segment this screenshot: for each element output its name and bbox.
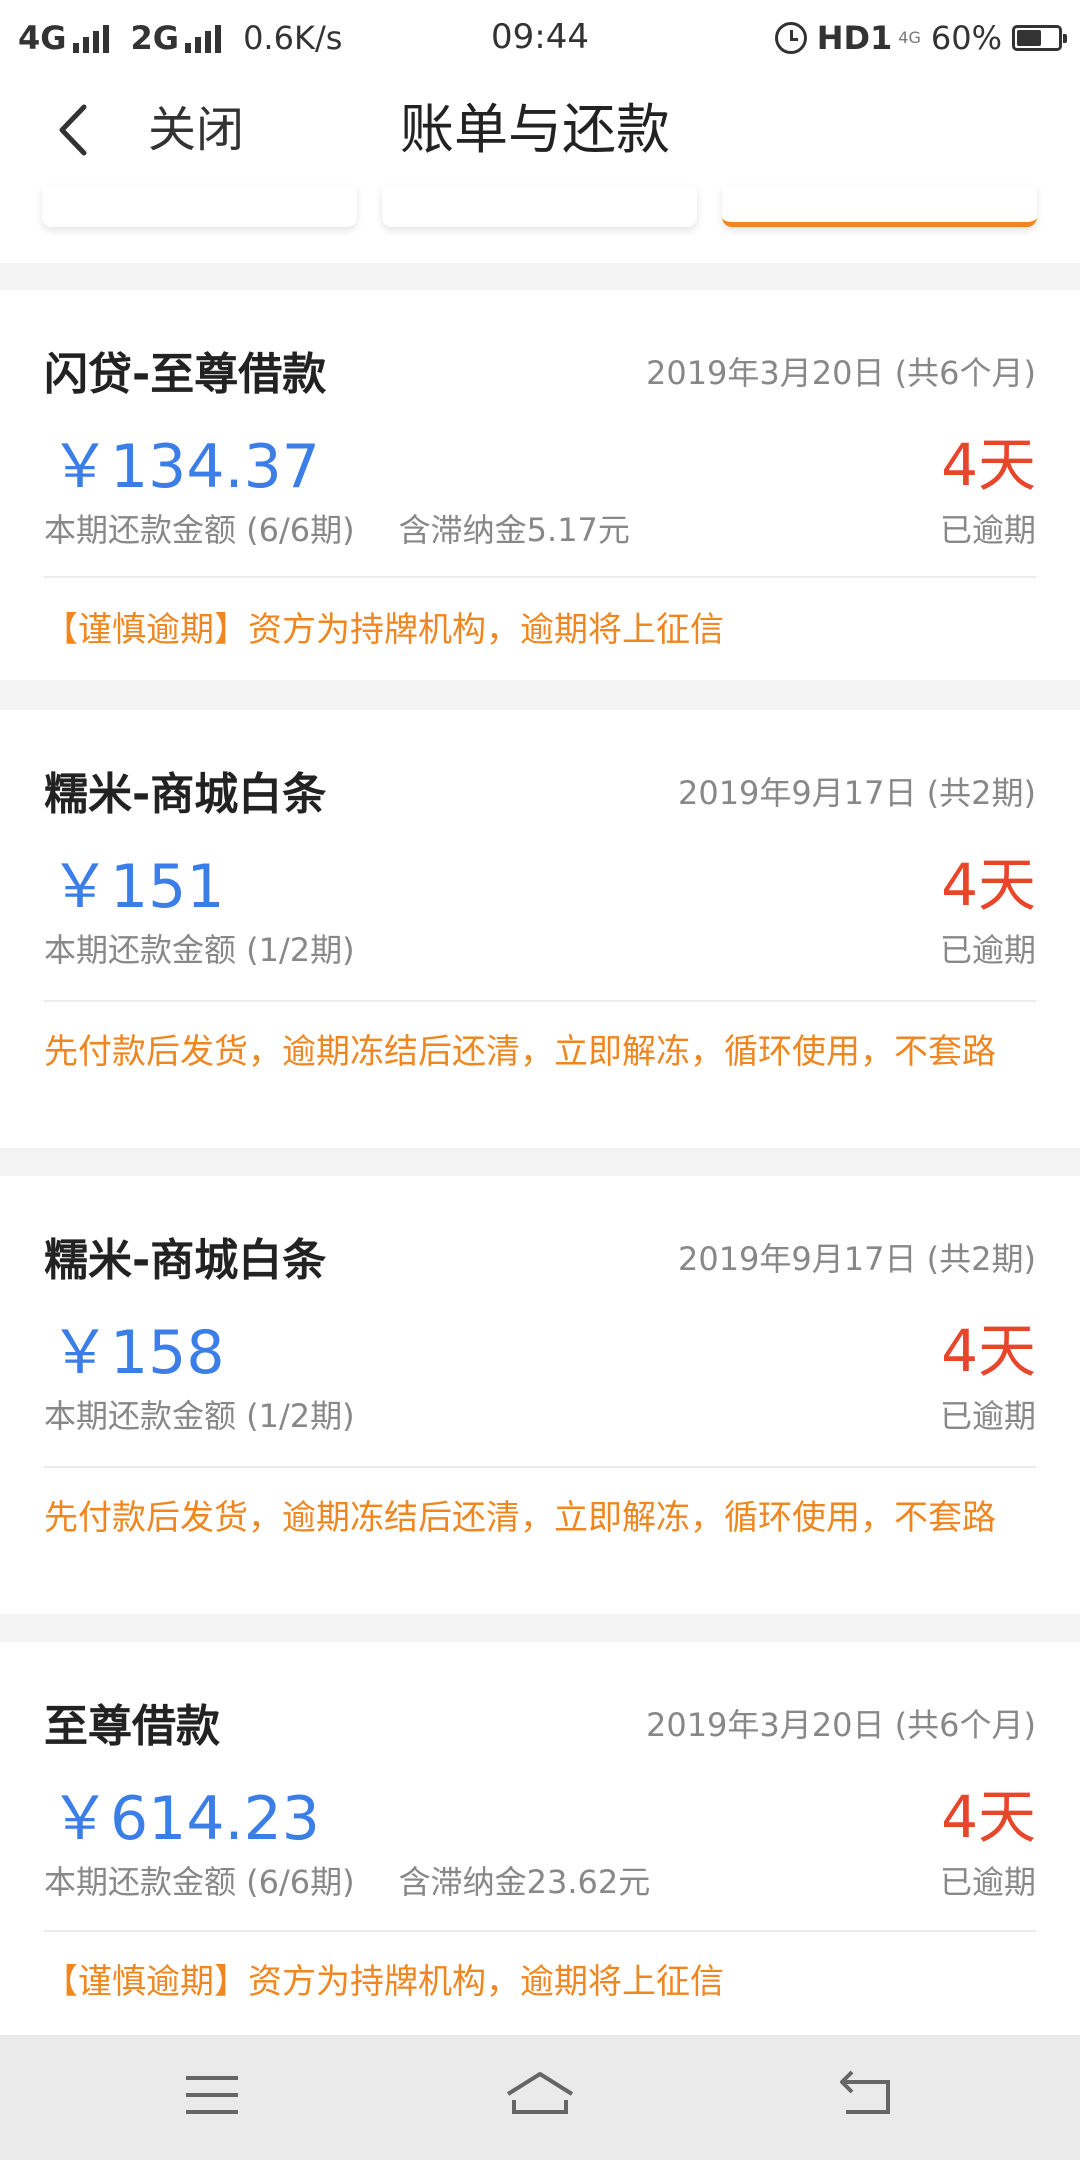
- bill-amount: ￥151: [50, 852, 225, 922]
- bill-amount: ￥614.23: [50, 1784, 320, 1854]
- overdue-status: 已逾期: [939, 1397, 1036, 1435]
- bill-name: 闪贷-至尊借款: [44, 349, 327, 400]
- late-fee: 含滞纳金23.62元: [398, 1863, 651, 1901]
- overdue-days: 4天: [941, 851, 1036, 919]
- signal-icon: [72, 23, 109, 53]
- overdue-status: 已逾期: [939, 1863, 1036, 1901]
- overdue-days: 4天: [941, 1783, 1036, 1851]
- bill-period: 本期还款金额 (6/6期) 含滞纳金5.17元: [44, 505, 630, 551]
- hd-sup: 4G: [898, 27, 921, 47]
- overdue-status: 已逾期: [939, 511, 1036, 549]
- period-label: 本期还款金额 (1/2期): [44, 931, 355, 969]
- bill-name: 糯米-商城白条: [44, 769, 327, 820]
- bill-note: 【谨慎逾期】资方为持牌机构，逾期将上征信: [44, 1962, 724, 2002]
- bill-date: 2019年9月17日 (共2期): [677, 774, 1036, 812]
- bill-date: 2019年9月17日 (共2期): [677, 1240, 1036, 1278]
- network-label-2g: 2G: [130, 18, 180, 57]
- bill-note: 先付款后发货，逾期冻结后还清，立即解冻，循环使用，不套路: [44, 1032, 996, 1072]
- bill-card[interactable]: 糯米-商城白条 2019年9月17日 (共2期) ￥151 4天 本期还款金额 …: [0, 710, 1080, 1148]
- hd-label: HD1: [816, 18, 893, 57]
- return-icon[interactable]: [828, 2060, 908, 2130]
- bill-amount: ￥158: [50, 1318, 225, 1388]
- page-title: 账单与还款: [400, 98, 670, 161]
- network-label-4g: 4G: [18, 18, 67, 57]
- tab-stub-active[interactable]: [722, 185, 1037, 227]
- alarm-icon: [774, 21, 807, 54]
- close-button[interactable]: 关闭: [148, 75, 244, 185]
- bill-card[interactable]: 糯米-商城白条 2019年9月17日 (共2期) ￥158 4天 本期还款金额 …: [0, 1176, 1080, 1614]
- system-nav-bar: [0, 2035, 1080, 2160]
- section-gap: [0, 263, 1080, 290]
- bill-note: 先付款后发货，逾期冻结后还清，立即解冻，循环使用，不套路: [44, 1498, 996, 1538]
- bill-note: 【谨慎逾期】资方为持牌机构，逾期将上征信: [44, 610, 724, 650]
- bill-card[interactable]: 闪贷-至尊借款 2019年3月20日 (共6个月) ￥134.37 4天 本期还…: [0, 290, 1080, 680]
- period-label: 本期还款金额 (6/6期): [44, 1863, 355, 1901]
- divider: [44, 576, 1036, 578]
- tab-stub[interactable]: [42, 185, 357, 227]
- bill-period: 本期还款金额 (1/2期): [44, 925, 355, 971]
- status-bar: 4G 2G 0.6K/s 09:44 HD1 4G 60%: [0, 0, 1080, 75]
- bill-name: 糯米-商城白条: [44, 1235, 327, 1286]
- period-label: 本期还款金额 (1/2期): [44, 1397, 355, 1435]
- period-label: 本期还款金额 (6/6期): [44, 511, 355, 549]
- bill-name: 至尊借款: [44, 1701, 220, 1752]
- overdue-days: 4天: [941, 431, 1036, 499]
- battery-percent: 60%: [930, 18, 1002, 57]
- network-speed: 0.6K/s: [243, 18, 343, 57]
- status-left: 4G 2G 0.6K/s: [18, 19, 342, 57]
- nav-bar: 关闭 账单与还款: [0, 75, 1080, 185]
- status-right: HD1 4G 60%: [774, 18, 1067, 57]
- divider: [44, 1930, 1036, 1932]
- divider: [44, 1466, 1036, 1468]
- bill-date: 2019年3月20日 (共6个月): [645, 354, 1036, 392]
- overdue-status: 已逾期: [939, 931, 1036, 969]
- tab-stub[interactable]: [382, 185, 697, 227]
- network-2g: 2G: [131, 19, 222, 57]
- bill-card[interactable]: 至尊借款 2019年3月20日 (共6个月) ￥614.23 4天 本期还款金额…: [0, 1642, 1080, 2035]
- network-4g: 4G: [18, 19, 109, 57]
- signal-icon: [185, 23, 222, 53]
- overdue-days: 4天: [941, 1317, 1036, 1385]
- late-fee: 含滞纳金5.17元: [398, 511, 630, 549]
- bill-period: 本期还款金额 (1/2期): [44, 1391, 355, 1437]
- chevron-left-icon[interactable]: [50, 97, 100, 163]
- battery-fill: [1017, 29, 1041, 46]
- tab-strip: [0, 185, 1080, 263]
- bill-date: 2019年3月20日 (共6个月): [645, 1706, 1036, 1744]
- home-icon[interactable]: [500, 2060, 580, 2130]
- menu-icon[interactable]: [172, 2060, 252, 2130]
- bill-period: 本期还款金额 (6/6期) 含滞纳金23.62元: [44, 1857, 650, 1903]
- battery-icon: [1012, 24, 1067, 51]
- bill-amount: ￥134.37: [50, 432, 320, 502]
- divider: [44, 1000, 1036, 1002]
